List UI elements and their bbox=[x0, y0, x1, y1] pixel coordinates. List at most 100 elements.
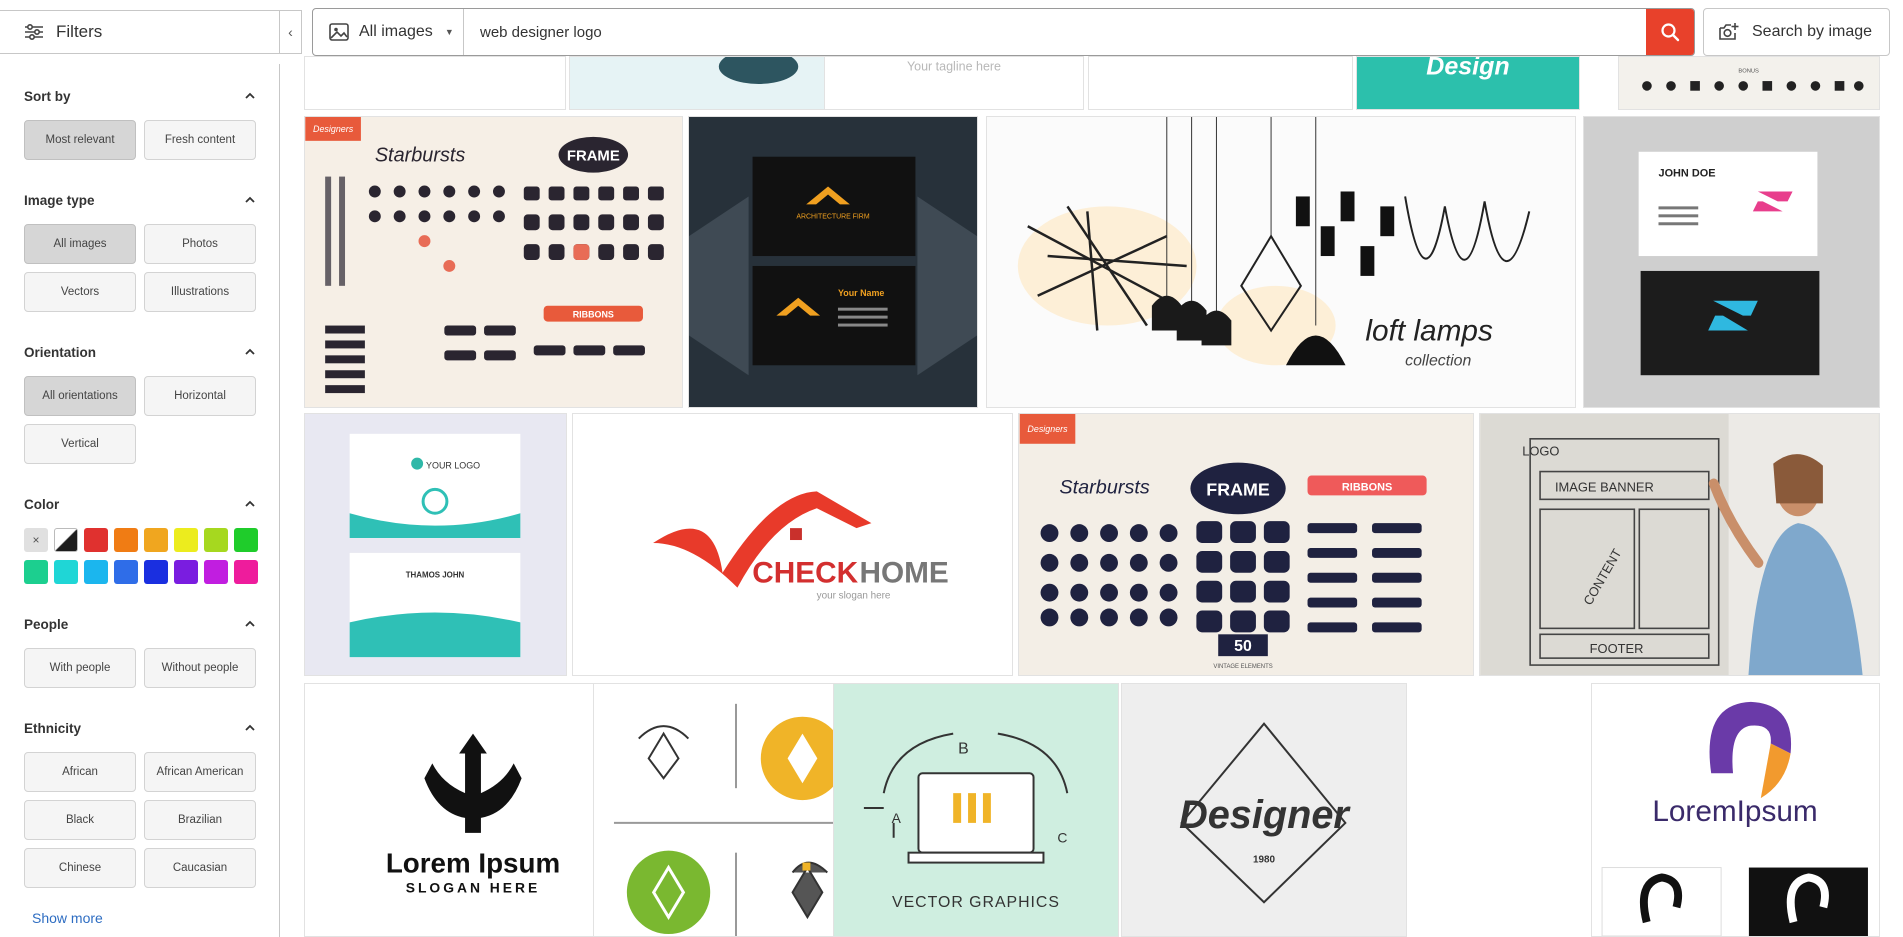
image-type-title: Image type bbox=[24, 192, 95, 208]
color-swatch-green[interactable] bbox=[234, 528, 258, 552]
image-type-photos[interactable]: Photos bbox=[144, 224, 256, 264]
tile-vintage: VINTAGE ELEMENTS bbox=[1213, 664, 1272, 670]
tile-thamos-john: THAMOS JOHN bbox=[406, 571, 465, 580]
filter-sidebar: Sort by Most relevant Fresh content Imag… bbox=[0, 64, 280, 937]
color-swatch-blue[interactable] bbox=[114, 560, 138, 584]
chevron-up-icon bbox=[245, 348, 255, 355]
tile-ribbons-2: RIBBONS bbox=[1342, 481, 1392, 493]
ethnicity-title: Ethnicity bbox=[24, 720, 82, 736]
sort-option-fresh-content[interactable]: Fresh content bbox=[144, 120, 256, 160]
result-image[interactable]: CHECK HOME your slogan here bbox=[572, 413, 1013, 676]
image-type-section: Image type All images Photos Vectors Ill… bbox=[24, 190, 256, 312]
tile-arch-firm: ARCHITECTURE FIRM bbox=[796, 213, 869, 220]
result-image[interactable] bbox=[1088, 56, 1353, 110]
color-swatch-any[interactable]: × bbox=[24, 528, 48, 552]
sort-option-most-relevant[interactable]: Most relevant bbox=[24, 120, 136, 160]
color-swatch-teal-green[interactable] bbox=[24, 560, 48, 584]
color-title: Color bbox=[24, 496, 60, 512]
orientation-section: Orientation All orientations Horizontal … bbox=[24, 342, 256, 464]
tile-year: 1980 bbox=[1253, 855, 1276, 866]
result-image[interactable]: JOHN DOE bbox=[1583, 116, 1880, 408]
image-type-vectors[interactable]: Vectors bbox=[24, 272, 136, 312]
tile-starbursts: Starbursts bbox=[375, 145, 466, 167]
image-type-header[interactable]: Image type bbox=[24, 190, 256, 210]
result-image[interactable]: Design bbox=[1356, 56, 1580, 110]
tile-your-logo: YOUR LOGO bbox=[426, 461, 480, 471]
result-image[interactable]: ARCHITECTURE FIRM Your Name bbox=[688, 116, 978, 408]
color-swatch-black-white[interactable] bbox=[54, 528, 78, 552]
ethnicity-section: Ethnicity African African American Black… bbox=[24, 718, 256, 888]
sort-section: Sort by Most relevant Fresh content bbox=[24, 86, 256, 160]
result-image[interactable]: Designers Starbursts FRAME RIBBONS bbox=[1018, 413, 1474, 676]
ethnicity-chinese[interactable]: Chinese bbox=[24, 848, 136, 888]
chevron-up-icon bbox=[245, 92, 255, 99]
color-swatch-purple[interactable] bbox=[174, 560, 198, 584]
orientation-vertical[interactable]: Vertical bbox=[24, 424, 136, 464]
filters-toggle[interactable]: Filters bbox=[0, 10, 280, 54]
ethnicity-african-american[interactable]: African American bbox=[144, 752, 256, 792]
svg-text:B: B bbox=[958, 740, 969, 757]
result-image[interactable] bbox=[569, 56, 827, 110]
chevron-up-icon bbox=[245, 500, 255, 507]
result-image[interactable]: BONUS bbox=[1618, 56, 1880, 110]
filters-label: Filters bbox=[56, 22, 103, 41]
color-swatch-dark-blue[interactable] bbox=[144, 560, 168, 584]
people-without[interactable]: Without people bbox=[144, 648, 256, 688]
tile-loft-lamps: loft lamps bbox=[1365, 314, 1493, 347]
tile-logo-sketch: LOGO bbox=[1522, 444, 1559, 459]
tile-bonus-text: BONUS bbox=[1738, 68, 1759, 74]
chevron-up-icon bbox=[245, 196, 255, 203]
image-type-illustrations[interactable]: Illustrations bbox=[144, 272, 256, 312]
color-swatch-lime[interactable] bbox=[204, 528, 228, 552]
sort-title: Sort by bbox=[24, 88, 71, 104]
result-image[interactable]: Designer 1980 bbox=[1121, 683, 1407, 937]
result-image[interactable]: LOGO IMAGE BANNER CONTENT FOOTER bbox=[1479, 413, 1880, 676]
result-image[interactable]: loft lamps collection bbox=[986, 116, 1576, 408]
ethnicity-african[interactable]: African bbox=[24, 752, 136, 792]
color-swatch-red[interactable] bbox=[84, 528, 108, 552]
tile-designers-badge-2: Designers bbox=[1027, 424, 1068, 434]
tile-loft-collection: collection bbox=[1405, 352, 1471, 369]
result-image[interactable] bbox=[304, 56, 566, 110]
chevron-up-icon bbox=[245, 620, 255, 627]
result-image[interactable]: Your tagline here bbox=[824, 56, 1084, 110]
ethnicity-black[interactable]: Black bbox=[24, 800, 136, 840]
ethnicity-header[interactable]: Ethnicity bbox=[24, 718, 256, 738]
sort-header[interactable]: Sort by bbox=[24, 86, 256, 106]
color-swatch-magenta[interactable] bbox=[204, 560, 228, 584]
svg-text:C: C bbox=[1057, 830, 1067, 846]
result-image[interactable]: B A C VECTOR GRAPHICS bbox=[833, 683, 1119, 937]
tile-frame-2: FRAME bbox=[1206, 479, 1270, 499]
color-swatch-pink[interactable] bbox=[234, 560, 258, 584]
tile-john-doe: JOHN DOE bbox=[1659, 168, 1716, 180]
svg-text:A: A bbox=[892, 810, 902, 826]
result-image[interactable]: Designers Starbursts FRAME RIBBONS bbox=[304, 116, 683, 408]
color-swatch-yellow[interactable] bbox=[174, 528, 198, 552]
color-header[interactable]: Color bbox=[24, 494, 256, 514]
tile-fifty: 50 bbox=[1234, 638, 1252, 655]
tile-home: HOME bbox=[859, 557, 948, 590]
ethnicity-caucasian[interactable]: Caucasian bbox=[144, 848, 256, 888]
color-swatches: × bbox=[24, 528, 258, 584]
color-swatch-light-blue[interactable] bbox=[84, 560, 108, 584]
people-section: People With people Without people bbox=[24, 614, 256, 688]
tile-designers-badge: Designers bbox=[313, 124, 354, 134]
tile-check: CHECK bbox=[752, 557, 858, 590]
color-swatch-orange[interactable] bbox=[114, 528, 138, 552]
tile-designer-script: Designer bbox=[1179, 793, 1351, 837]
image-type-all[interactable]: All images bbox=[24, 224, 136, 264]
result-image[interactable]: Lorem Ipsum SLOGAN HERE bbox=[304, 683, 642, 937]
orientation-all[interactable]: All orientations bbox=[24, 376, 136, 416]
tile-footer-sketch: FOOTER bbox=[1590, 641, 1644, 656]
people-header[interactable]: People bbox=[24, 614, 256, 634]
orientation-horizontal[interactable]: Horizontal bbox=[144, 376, 256, 416]
result-image[interactable]: LoremIpsum bbox=[1591, 683, 1880, 937]
color-swatch-cyan[interactable] bbox=[54, 560, 78, 584]
color-swatch-amber[interactable] bbox=[144, 528, 168, 552]
orientation-header[interactable]: Orientation bbox=[24, 342, 256, 362]
people-with[interactable]: With people bbox=[24, 648, 136, 688]
ethnicity-brazilian[interactable]: Brazilian bbox=[144, 800, 256, 840]
result-image[interactable]: YOUR LOGO THAMOS JOHN bbox=[304, 413, 567, 676]
show-more-link[interactable]: Show more bbox=[32, 910, 103, 926]
orientation-title: Orientation bbox=[24, 344, 97, 360]
